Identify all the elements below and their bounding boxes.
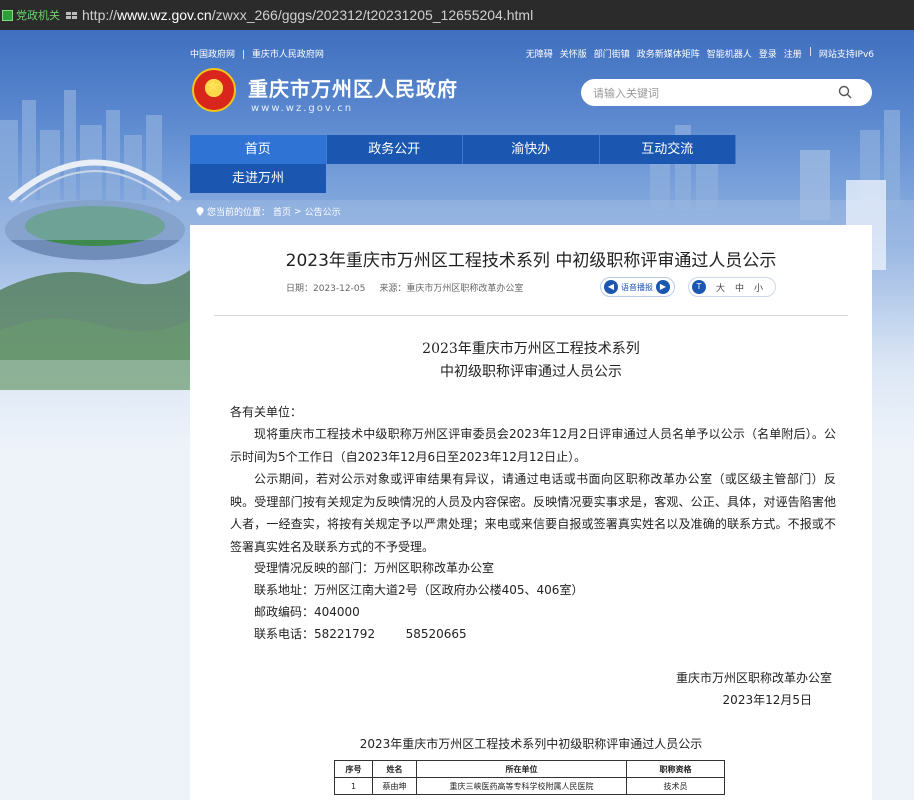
breadcrumb-current[interactable]: 公告公示 bbox=[305, 205, 341, 218]
link-smart-robot[interactable]: 智能机器人 bbox=[707, 47, 752, 60]
nav-home[interactable]: 首页 bbox=[190, 135, 327, 164]
col-header-index: 序号 bbox=[334, 760, 373, 778]
cell-name: 蔡由坤 bbox=[372, 777, 417, 795]
search-icon[interactable] bbox=[838, 85, 852, 99]
nav-yukuaiban[interactable]: 渝快办 bbox=[463, 135, 600, 164]
search-input[interactable]: 请输入关键词 bbox=[581, 79, 872, 106]
article-title: 2023年重庆市万州区工程技术系列 中初级职称评审通过人员公示 bbox=[285, 251, 777, 271]
contact-zip: 邮政编码：404000 bbox=[254, 605, 360, 619]
article-source: 来源：重庆市万州区职称改革办公室 bbox=[379, 284, 524, 294]
table-title: 2023年重庆市万州区工程技术系列中初级职称评审通过人员公示 bbox=[359, 737, 703, 751]
cell-title: 技术员 bbox=[626, 777, 725, 795]
breadcrumb-separator: > bbox=[294, 206, 302, 217]
play-icon: ▶ bbox=[656, 280, 670, 294]
url-text[interactable]: http://www.wz.gov.cn/zwxx_266/gggs/20231… bbox=[82, 7, 533, 23]
browser-address-bar[interactable]: 党政机关 http://www.wz.gov.cn/zwxx_266/gggs/… bbox=[0, 0, 914, 30]
link-separator: | bbox=[241, 50, 245, 60]
url-domain: www.wz.gov.cn bbox=[117, 7, 212, 23]
table-row: 1 蔡由坤 重庆三峡医药高等专科学校附属人民医院 技术员 bbox=[334, 777, 725, 795]
font-size-large[interactable]: 大 bbox=[716, 281, 725, 294]
gov-badge-label: 党政机关 bbox=[16, 9, 60, 22]
table-header-row: 序号 姓名 所在单位 职称资格 bbox=[334, 760, 725, 778]
font-size-icon: T bbox=[692, 280, 706, 294]
link-login[interactable]: 登录 bbox=[759, 47, 777, 60]
location-pin-icon bbox=[196, 207, 204, 216]
article-panel: 2023年重庆市万州区工程技术系列 中初级职称评审通过人员公示 日期：2023-… bbox=[190, 225, 872, 800]
national-emblem-logo bbox=[192, 68, 236, 112]
voice-label: 语音播报 bbox=[621, 282, 653, 292]
breadcrumb-prefix: 您当前的位置： bbox=[207, 208, 271, 218]
link-accessibility[interactable]: 无障碍 bbox=[526, 47, 553, 60]
contact-address: 联系地址：万州区江南大道2号（区政府办公楼405、406室） bbox=[254, 583, 584, 597]
link-china-gov[interactable]: 中国政府网 bbox=[190, 50, 235, 60]
link-departments[interactable]: 部门街镇 bbox=[594, 47, 630, 60]
gov-badge-icon bbox=[2, 9, 13, 21]
link-chongqing-gov[interactable]: 重庆市人民政府网 bbox=[252, 50, 324, 60]
site-domain: www.wz.gov.cn bbox=[251, 103, 354, 114]
top-right-links: 无障碍 关怀版 部门街镇 政务新媒体矩阵 智能机器人 登录 注册 | 网站支持I… bbox=[526, 47, 874, 60]
breadcrumb: 您当前的位置： 首页 > 公告公示 bbox=[196, 205, 341, 218]
link-separator: | bbox=[808, 47, 812, 57]
site-info-icon[interactable] bbox=[66, 10, 78, 20]
nav-gov-affairs[interactable]: 政务公开 bbox=[327, 135, 463, 164]
nav-about-wanzhou[interactable]: 走进万州 bbox=[190, 164, 326, 193]
approved-personnel-table: 序号 姓名 所在单位 职称资格 1 蔡由坤 重庆三峡医药高等专科学校附属人民医院… bbox=[334, 760, 725, 795]
col-header-title: 职称资格 bbox=[626, 760, 725, 778]
gov-site-badge: 党政机关 bbox=[2, 7, 60, 23]
top-left-links: 中国政府网 | 重庆市人民政府网 bbox=[190, 47, 328, 60]
col-header-unit: 所在单位 bbox=[416, 760, 627, 778]
nav-interaction[interactable]: 互动交流 bbox=[600, 135, 736, 164]
ipv6-support: 网站支持IPv6 bbox=[818, 50, 874, 60]
main-nav: 首页 政务公开 渝快办 互动交流 bbox=[190, 135, 736, 164]
font-size-small[interactable]: 小 bbox=[754, 281, 763, 294]
site-title[interactable]: 重庆市万州区人民政府 bbox=[248, 73, 458, 102]
contact-department: 受理情况反映的部门：万州区职称改革办公室 bbox=[254, 561, 495, 575]
article-date: 日期：2023-12-05 bbox=[286, 284, 366, 294]
salutation: 各有关单位： bbox=[230, 405, 303, 419]
doc-title-line-2: 中初级职称评审通过人员公示 bbox=[440, 364, 622, 380]
voice-broadcast-button[interactable]: ◀ 语音播报 ▶ bbox=[600, 277, 675, 297]
cell-index: 1 bbox=[334, 777, 373, 795]
contact-phone: 联系电话：58221792 58520665 bbox=[254, 627, 467, 641]
paragraph-2: 公示期间，若对公示对象或评审结果有异议，请通过电话或书面向区职称改革办公室（或区… bbox=[230, 472, 836, 554]
breadcrumb-home[interactable]: 首页 bbox=[273, 205, 291, 218]
link-new-media[interactable]: 政务新媒体矩阵 bbox=[637, 47, 700, 60]
url-path: /zwxx_266/gggs/202312/t20231205_12655204… bbox=[211, 7, 534, 23]
signature-date: 2023年12月5日 bbox=[722, 693, 812, 707]
search-placeholder: 请输入关键词 bbox=[593, 86, 659, 100]
url-prefix: http:// bbox=[82, 7, 118, 23]
divider bbox=[214, 315, 848, 316]
font-size-switcher: T 大 中 小 bbox=[688, 277, 776, 297]
font-size-medium[interactable]: 中 bbox=[735, 281, 744, 294]
cell-unit: 重庆三峡医药高等专科学校附属人民医院 bbox=[416, 777, 627, 795]
link-care-version[interactable]: 关怀版 bbox=[560, 47, 587, 60]
col-header-name: 姓名 bbox=[372, 760, 417, 778]
speaker-icon: ◀ bbox=[604, 280, 618, 294]
article-meta: 日期：2023-12-05 来源：重庆市万州区职称改革办公室 bbox=[286, 281, 523, 294]
doc-title-line-1: 2023年重庆市万州区工程技术系列 bbox=[422, 341, 640, 357]
signature-org: 重庆市万州区职称改革办公室 bbox=[675, 671, 832, 685]
paragraph-1: 现将重庆市工程技术中级职称万州区评审委员会2023年12月2日评审通过人员名单予… bbox=[230, 427, 836, 464]
link-register[interactable]: 注册 bbox=[784, 47, 802, 60]
